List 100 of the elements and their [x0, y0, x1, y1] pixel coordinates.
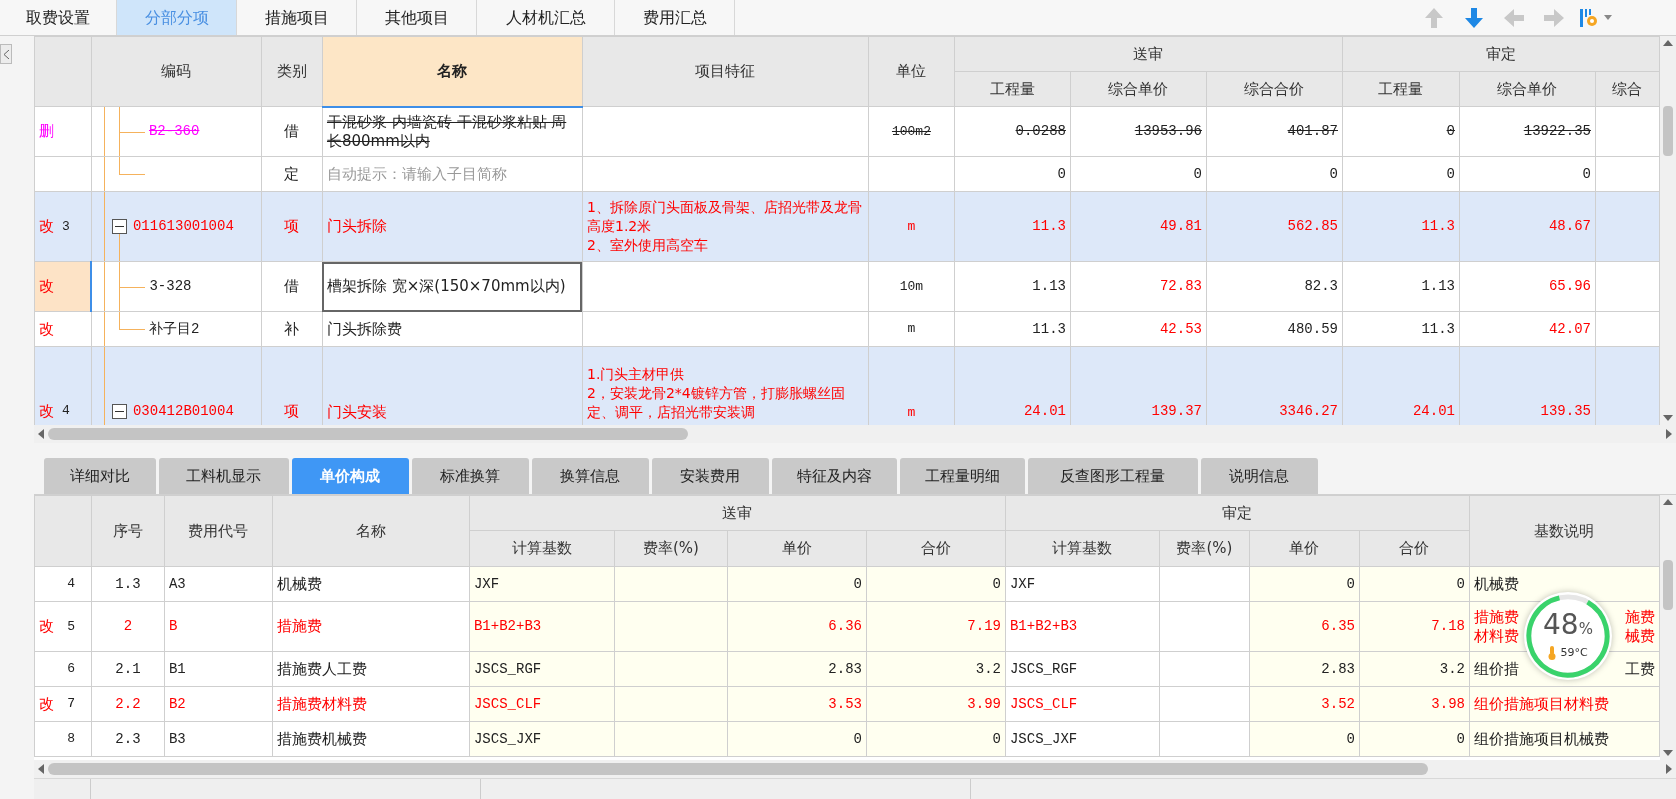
table-cell: 3.52	[1249, 686, 1360, 722]
left-arrow-icon	[1503, 7, 1525, 28]
row-header[interactable]: 6	[34, 651, 92, 687]
horizontal-scrollbar[interactable]	[33, 425, 1676, 443]
description-text: 措施费	[1473, 607, 1519, 627]
column-header[interactable]: 单价	[1249, 530, 1360, 567]
table-cell: JSCS_JXF	[469, 721, 615, 757]
row-header[interactable]: 改 3	[34, 191, 92, 262]
column-header[interactable]: 工程量	[1342, 71, 1460, 107]
column-header[interactable]: 费率(%)	[1159, 530, 1250, 567]
status-mark: 改	[38, 216, 54, 238]
detail-tab[interactable]: 工程量明细	[899, 458, 1025, 494]
column-header[interactable]: 名称	[322, 36, 583, 107]
column-header[interactable]: 合价	[866, 530, 1006, 567]
column-header[interactable]: 计算基数	[469, 530, 615, 567]
table-cell: 49.81	[1070, 191, 1207, 262]
table-cell: m	[868, 311, 955, 347]
up-arrow-icon	[1424, 6, 1444, 29]
collapse-toggle[interactable]	[111, 219, 127, 234]
status-mark: 改	[38, 616, 54, 638]
column-header[interactable]: 项目特征	[582, 36, 869, 107]
detail-tab[interactable]: 换算信息	[531, 458, 649, 494]
detail-tab[interactable]: 标准换算	[411, 458, 529, 494]
table-cell: 0	[727, 566, 867, 602]
scroll-thumb[interactable]	[1663, 560, 1673, 610]
table-cell: 10m	[868, 261, 955, 312]
table-cell: 42.07	[1459, 311, 1596, 347]
table-cell: A3	[164, 566, 273, 602]
collapse-toggle[interactable]	[111, 404, 127, 419]
table-cell: 0	[954, 156, 1071, 192]
table-cell: 42.53	[1070, 311, 1207, 347]
column-header[interactable]: 序号	[91, 495, 165, 567]
table-cell: JSCS_CLF	[1005, 686, 1160, 722]
table-cell: 562.85	[1206, 191, 1343, 262]
column-header[interactable]: 基数说明	[1469, 495, 1660, 567]
scroll-down-icon	[1663, 415, 1673, 421]
detail-tab[interactable]: 详细对比	[43, 458, 156, 494]
status-mark: 改	[38, 318, 54, 340]
table-cell: 借	[261, 106, 323, 157]
column-header[interactable]: 综合单价	[1070, 71, 1207, 107]
name-cell[interactable]: 槽架拆除 宽×深(150×70mm以内)	[322, 261, 583, 312]
table-cell: 0	[1359, 566, 1470, 602]
scroll-thumb[interactable]	[47, 428, 688, 440]
column-header[interactable]: 综合	[1595, 71, 1660, 107]
row-header[interactable]	[34, 156, 92, 192]
row-header[interactable]: 改 5	[34, 601, 92, 652]
table-cell: 0	[1249, 566, 1360, 602]
table-cell: JSCS_RGF	[1005, 651, 1160, 687]
row-header[interactable]: 改 7	[34, 686, 92, 722]
row-header[interactable]: 4	[34, 566, 92, 602]
detail-tab[interactable]: 安装费用	[651, 458, 769, 494]
horizontal-scrollbar[interactable]	[33, 760, 1676, 778]
group-header: 审定	[1005, 495, 1470, 531]
detail-tab[interactable]: 反查图形工程量	[1027, 458, 1198, 494]
column-header[interactable]: 计算基数	[1005, 530, 1160, 567]
table-cell: 项	[261, 191, 323, 262]
column-header[interactable]: 名称	[272, 495, 470, 567]
detail-tab[interactable]: 工料机显示	[158, 458, 289, 494]
row-header[interactable]: 改	[34, 311, 92, 347]
column-header[interactable]: 工程量	[954, 71, 1071, 107]
description-text: 施费	[1624, 607, 1655, 627]
table-cell: 6.36	[727, 601, 867, 652]
feature-text: 1、拆除原门头面板及骨架、店招光带及龙骨高度1.2米	[586, 198, 863, 236]
vertical-scrollbar[interactable]	[1660, 495, 1676, 760]
description-text: 组价措	[1473, 659, 1519, 679]
table-cell: 2	[91, 601, 165, 652]
column-header[interactable]: 合价	[1359, 530, 1470, 567]
column-header[interactable]: 综合合价	[1206, 71, 1343, 107]
column-header[interactable]: 单位	[868, 36, 955, 107]
column-header[interactable]: 费用代号	[164, 495, 273, 567]
group-header: 送审	[469, 495, 1006, 531]
table-cell: 7.18	[1359, 601, 1470, 652]
vertical-scrollbar[interactable]	[1660, 36, 1676, 425]
chevron-left-icon	[2, 49, 10, 59]
table-cell: 0.0288	[954, 106, 1071, 157]
collapse-panel-button[interactable]	[0, 44, 12, 64]
table-cell: 0	[1342, 156, 1460, 192]
description-text: 材料费	[1473, 626, 1519, 646]
column-header[interactable]: 类别	[261, 36, 323, 107]
table-cell: 0	[1359, 721, 1470, 757]
table-cell: 0	[727, 721, 867, 757]
column-header[interactable]: 单价	[727, 530, 867, 567]
table-cell: B	[164, 601, 273, 652]
feature-text: 2、室外使用高空车	[586, 236, 709, 255]
detail-tab[interactable]: 特征及内容	[771, 458, 897, 494]
item-code: B2-360	[148, 122, 200, 141]
scroll-thumb[interactable]	[47, 763, 1428, 775]
column-header[interactable]: 综合单价	[1459, 71, 1596, 107]
row-number: 3	[61, 217, 70, 236]
name-cell[interactable]: 干混砂浆 内墙瓷砖 干混砂浆粘贴 周长800mm以内	[322, 106, 583, 157]
detail-tab[interactable]: 说明信息	[1200, 458, 1318, 494]
column-header[interactable]: 费率(%)	[614, 530, 728, 567]
name-cell[interactable]: 门头拆除费	[322, 311, 583, 347]
scroll-left-icon	[37, 764, 44, 774]
table-cell: 13922.35	[1459, 106, 1596, 157]
scroll-thumb[interactable]	[1663, 106, 1673, 156]
column-header[interactable]: 编码	[91, 36, 262, 107]
row-number: 7	[67, 695, 75, 714]
scroll-right-icon	[1666, 429, 1672, 439]
row-header[interactable]: 8	[34, 721, 92, 757]
